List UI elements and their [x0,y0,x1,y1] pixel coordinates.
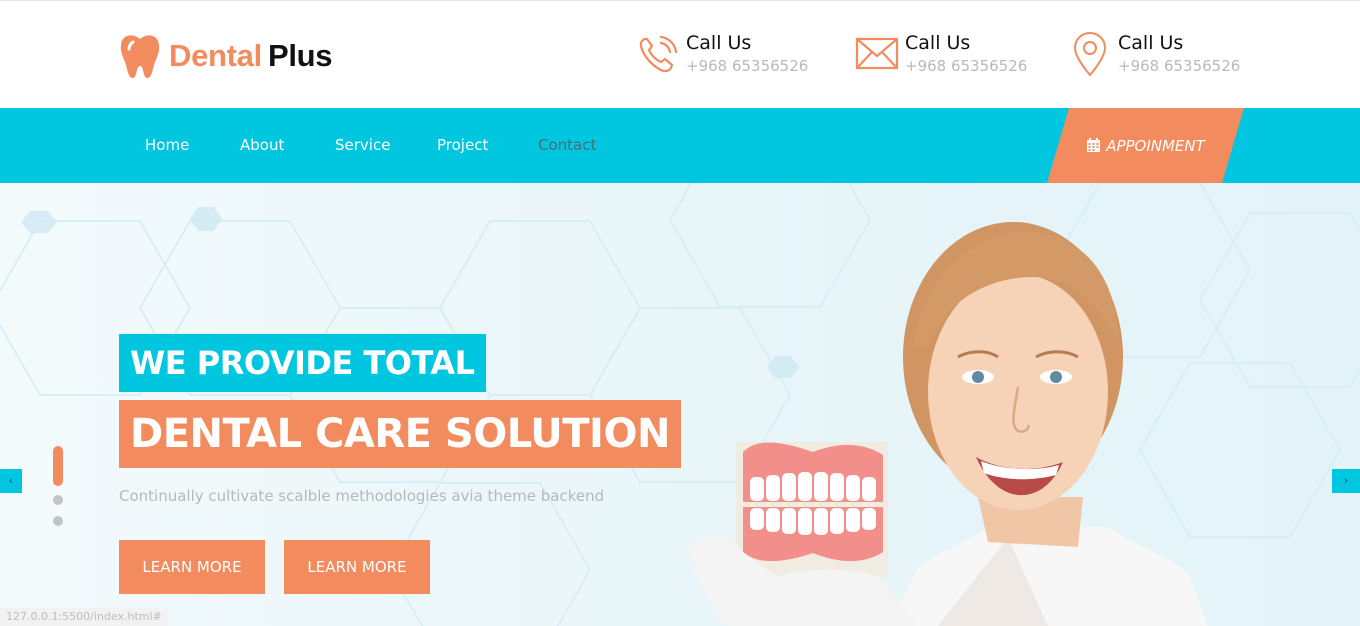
slider-prev-button[interactable]: ‹ [0,469,22,493]
contact-number: +968 65356526 [686,57,809,75]
brand-word-dental: Dental [169,38,262,73]
contact-number: +968 65356526 [905,57,1028,75]
phone-icon [636,31,680,77]
hero-heading-line2: DENTAL CARE SOLUTION [119,400,681,468]
brand-word-plus: Plus [267,38,333,73]
nav-project[interactable]: Project [437,108,488,183]
slider-dot-active[interactable] [53,446,63,486]
tooth-icon [120,35,160,78]
appointment-label: APPOINMENT [1106,136,1205,155]
site-header: Dental Plus Call Us +968 65356526 Call Us… [0,0,1360,108]
learn-more-button[interactable]: LEARN MORE [119,540,265,594]
browser-status-url: 127.0.0.1:5500/index.html# [0,608,168,626]
nav-home[interactable]: Home [145,108,189,183]
hero-slider: WE PROVIDE TOTAL DENTAL CARE SOLUTION Co… [0,183,1360,626]
contact-title: Call Us [1118,32,1184,54]
slider-next-button[interactable]: › [1332,469,1360,493]
nav-about[interactable]: About [240,108,284,183]
contact-phone: Call Us +968 65356526 [636,31,808,81]
contact-number: +968 65356526 [1118,57,1241,75]
calendar-icon [1087,138,1101,152]
contact-title: Call Us [686,32,752,54]
contact-location: Call Us +968 65356526 [1068,31,1240,81]
map-pin-icon [1068,31,1112,77]
contact-title: Call Us [905,32,971,54]
slider-dot[interactable] [53,495,63,505]
envelope-icon [855,31,899,77]
contact-email: Call Us +968 65356526 [855,31,1027,81]
learn-more-button-secondary[interactable]: LEARN MORE [284,540,430,594]
doctor-illustration [688,222,1208,626]
slider-dot[interactable] [53,516,63,526]
nav-contact[interactable]: Contact [538,108,596,183]
appointment-button[interactable]: APPOINMENT [1047,108,1244,183]
hero-subtitle: Continually cultivate scalble methodolog… [119,487,605,505]
brand-logo[interactable]: Dental Plus [119,33,333,79]
main-nav: Home About Service Project Contact APPOI… [0,108,1360,183]
nav-service[interactable]: Service [335,108,390,183]
hero-heading-line1: WE PROVIDE TOTAL [119,334,486,392]
brand-name: Dental Plus [169,38,333,74]
